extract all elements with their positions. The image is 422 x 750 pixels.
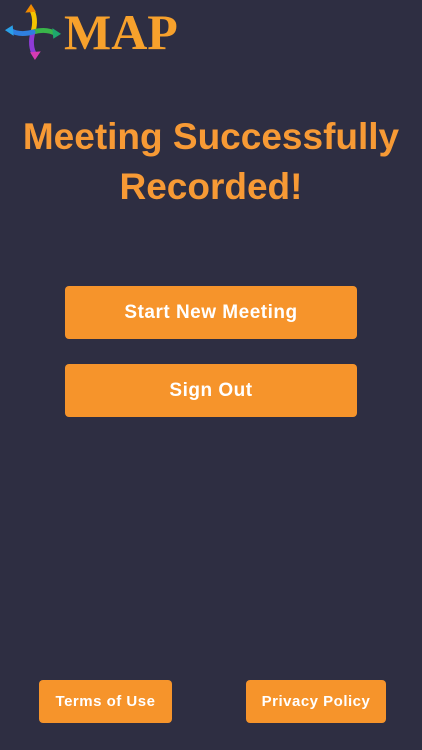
app-logo-text: MAP [64,4,178,60]
page-title: Meeting Successfully Recorded! [0,112,422,212]
page-title-line-2: Recorded! [119,166,303,207]
start-new-meeting-button[interactable]: Start New Meeting [65,286,357,339]
pinwheel-arrows-icon [4,3,62,61]
privacy-policy-button[interactable]: Privacy Policy [246,680,386,723]
sign-out-button[interactable]: Sign Out [65,364,357,417]
page-title-line-1: Meeting Successfully [22,116,400,157]
app-logo: MAP [4,2,178,62]
terms-of-use-button[interactable]: Terms of Use [39,680,172,723]
